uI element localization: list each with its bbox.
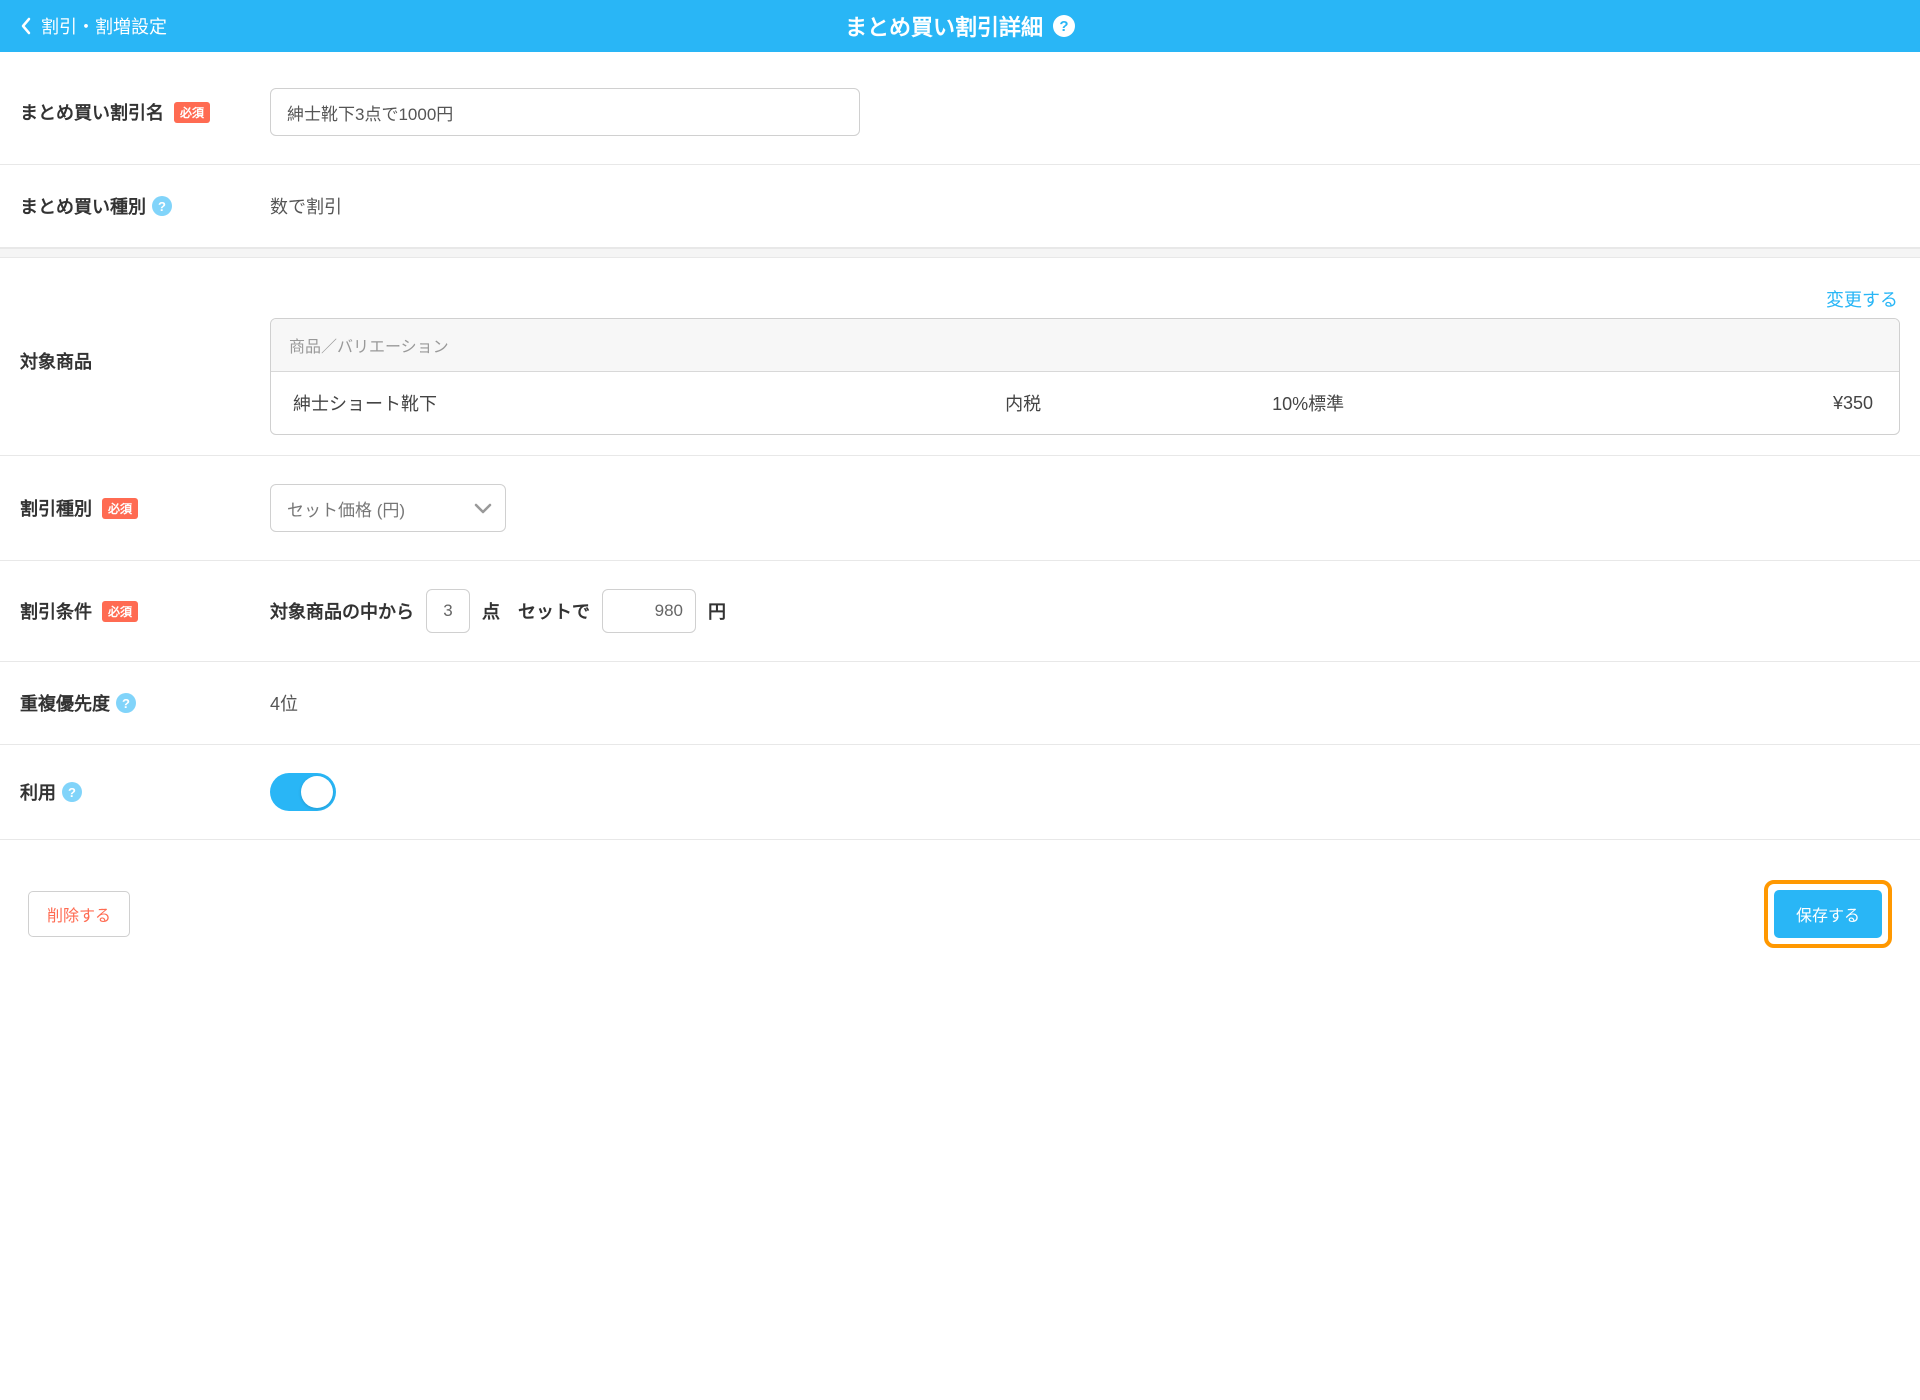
label-usage: 利用 bbox=[20, 779, 56, 805]
label-discount-kind: 割引種別 bbox=[20, 495, 92, 521]
usage-toggle[interactable] bbox=[270, 773, 336, 811]
cell-rate: 10%標準 bbox=[1272, 390, 1650, 416]
price-input[interactable] bbox=[602, 589, 696, 633]
row-discount-kind: 割引種別 必須 セット価格 (円) bbox=[0, 456, 1920, 561]
priority-value: 4位 bbox=[270, 694, 298, 714]
help-icon[interactable]: ? bbox=[116, 693, 136, 713]
required-badge: 必須 bbox=[102, 601, 138, 622]
back-button[interactable]: 割引・割増設定 bbox=[0, 13, 167, 39]
help-icon[interactable]: ? bbox=[152, 196, 172, 216]
table-header: 商品／バリエーション bbox=[271, 319, 1899, 372]
condition-price-unit: 円 bbox=[708, 598, 726, 624]
required-badge: 必須 bbox=[174, 102, 210, 123]
app-header: 割引・割増設定 まとめ買い割引詳細 ? bbox=[0, 0, 1920, 52]
row-usage: 利用 ? bbox=[0, 745, 1920, 840]
label-condition: 割引条件 bbox=[20, 598, 92, 624]
row-discount-condition: 割引条件 必須 対象商品の中から 点 セットで 円 bbox=[0, 561, 1920, 662]
label-target-products: 対象商品 bbox=[20, 352, 92, 372]
delete-button[interactable]: 削除する bbox=[28, 891, 130, 937]
label-priority: 重複優先度 bbox=[20, 690, 110, 716]
save-button[interactable]: 保存する bbox=[1774, 890, 1882, 938]
page-title: まとめ買い割引詳細 ? bbox=[845, 10, 1075, 42]
table-row: 紳士ショート靴下 内税 10%標準 ¥350 bbox=[271, 372, 1899, 434]
chevron-left-icon bbox=[20, 17, 31, 35]
help-icon[interactable]: ? bbox=[1053, 15, 1075, 37]
row-discount-type: まとめ買い種別 ? 数で割引 bbox=[0, 165, 1920, 248]
condition-qty-unit: 点 bbox=[482, 598, 500, 624]
row-priority: 重複優先度 ? 4位 bbox=[0, 662, 1920, 745]
change-products-link[interactable]: 変更する bbox=[1826, 286, 1898, 312]
cell-price: ¥350 bbox=[1650, 393, 1877, 414]
toggle-knob bbox=[301, 776, 333, 808]
condition-text-set: セットで bbox=[518, 598, 590, 624]
condition-text-before: 対象商品の中から bbox=[270, 598, 414, 624]
row-discount-name: まとめ買い割引名 必須 bbox=[0, 52, 1920, 165]
section-divider bbox=[0, 248, 1920, 258]
discount-kind-select[interactable]: セット価格 (円) bbox=[270, 484, 506, 532]
cell-tax: 内税 bbox=[1005, 390, 1272, 416]
discount-name-input[interactable] bbox=[270, 88, 860, 136]
quantity-input[interactable] bbox=[426, 589, 470, 633]
label-bundle-type: まとめ買い種別 bbox=[20, 193, 146, 219]
product-table: 商品／バリエーション 紳士ショート靴下 内税 10%標準 ¥350 bbox=[270, 318, 1900, 435]
bundle-type-value: 数で割引 bbox=[270, 197, 342, 217]
required-badge: 必須 bbox=[102, 498, 138, 519]
row-target-products: 対象商品 変更する 商品／バリエーション 紳士ショート靴下 内税 10%標準 ¥… bbox=[0, 258, 1920, 456]
label-discount-name: まとめ買い割引名 bbox=[20, 99, 164, 125]
save-highlight: 保存する bbox=[1764, 880, 1892, 948]
cell-product-name: 紳士ショート靴下 bbox=[293, 390, 1005, 416]
help-icon[interactable]: ? bbox=[62, 782, 82, 802]
footer: 削除する 保存する bbox=[0, 840, 1920, 974]
back-label: 割引・割増設定 bbox=[41, 13, 167, 39]
